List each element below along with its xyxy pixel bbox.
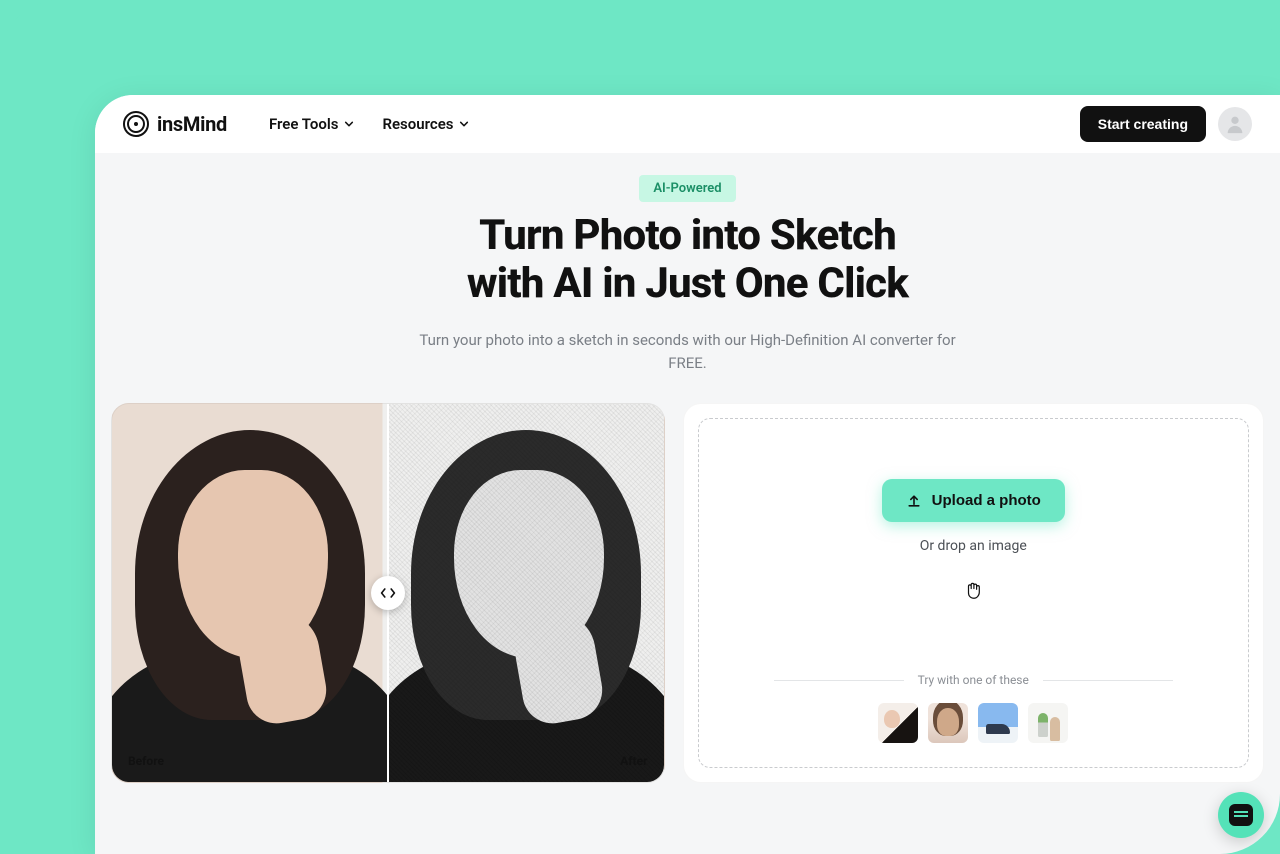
dropzone[interactable]: Upload a photo Or drop an image xyxy=(698,418,1250,768)
preview-after xyxy=(388,404,664,782)
try-samples-section: Try with one of these xyxy=(719,673,1229,743)
preview-before xyxy=(112,404,388,782)
avatar[interactable] xyxy=(1218,107,1252,141)
nav-free-tools[interactable]: Free Tools xyxy=(269,115,354,133)
upload-group: Upload a photo Or drop an image xyxy=(882,479,1065,600)
sample-thumb[interactable] xyxy=(928,703,968,743)
brand-mark-icon xyxy=(123,111,149,137)
brand-name: insMind xyxy=(157,112,227,136)
divider-line xyxy=(774,680,904,681)
before-after-preview: Before After xyxy=(111,403,665,783)
arrows-horizontal-icon xyxy=(380,586,396,600)
content: AI-Powered Turn Photo into Sketch with A… xyxy=(95,153,1280,783)
chat-fab[interactable] xyxy=(1218,792,1264,838)
upload-photo-button[interactable]: Upload a photo xyxy=(882,479,1065,522)
grab-cursor-icon xyxy=(964,580,982,600)
sample-thumb[interactable] xyxy=(978,703,1018,743)
upload-icon xyxy=(906,493,922,509)
nav-item-label: Resources xyxy=(382,115,453,133)
chat-icon xyxy=(1229,804,1253,826)
sample-thumb[interactable] xyxy=(878,703,918,743)
page-title: Turn Photo into Sketch with AI in Just O… xyxy=(328,212,1048,309)
chevron-down-icon xyxy=(459,119,469,129)
start-creating-button[interactable]: Start creating xyxy=(1080,106,1206,142)
page-frame: insMind Free Tools Resources Start creat xyxy=(0,0,1280,854)
hero: AI-Powered Turn Photo into Sketch with A… xyxy=(328,175,1048,375)
title-line-2: with AI in Just One Click xyxy=(467,259,908,308)
sample-thumb[interactable] xyxy=(1028,703,1068,743)
try-label: Try with one of these xyxy=(918,673,1029,687)
brand-logo[interactable]: insMind xyxy=(123,111,227,137)
drop-hint: Or drop an image xyxy=(920,538,1027,554)
panels: Before After Upload a photo Or dro xyxy=(111,403,1264,783)
sample-thumbnails xyxy=(719,703,1229,743)
upload-button-label: Upload a photo xyxy=(932,492,1041,509)
page-subtitle: Turn your photo into a sketch in seconds… xyxy=(418,329,958,376)
chevron-down-icon xyxy=(344,119,354,129)
title-line-1: Turn Photo into Sketch xyxy=(479,211,896,260)
before-label: Before xyxy=(128,754,164,768)
nav-resources[interactable]: Resources xyxy=(382,115,469,133)
ai-powered-badge: AI-Powered xyxy=(639,175,735,202)
after-label: After xyxy=(620,754,647,768)
topbar: insMind Free Tools Resources Start creat xyxy=(95,95,1280,153)
user-icon xyxy=(1224,113,1246,135)
main-nav: Free Tools Resources xyxy=(269,115,470,133)
comparison-slider-handle[interactable] xyxy=(371,576,405,610)
upload-card: Upload a photo Or drop an image xyxy=(683,403,1265,783)
divider-line xyxy=(1043,680,1173,681)
app-window: insMind Free Tools Resources Start creat xyxy=(95,95,1280,854)
nav-item-label: Free Tools xyxy=(269,115,338,133)
